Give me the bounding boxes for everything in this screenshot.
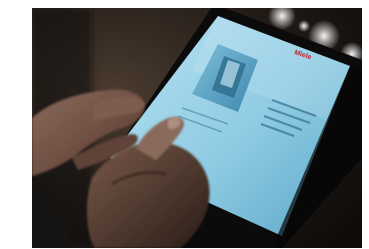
photo-scene: Miele [32,8,362,248]
photo-frame: Miele [32,8,362,248]
